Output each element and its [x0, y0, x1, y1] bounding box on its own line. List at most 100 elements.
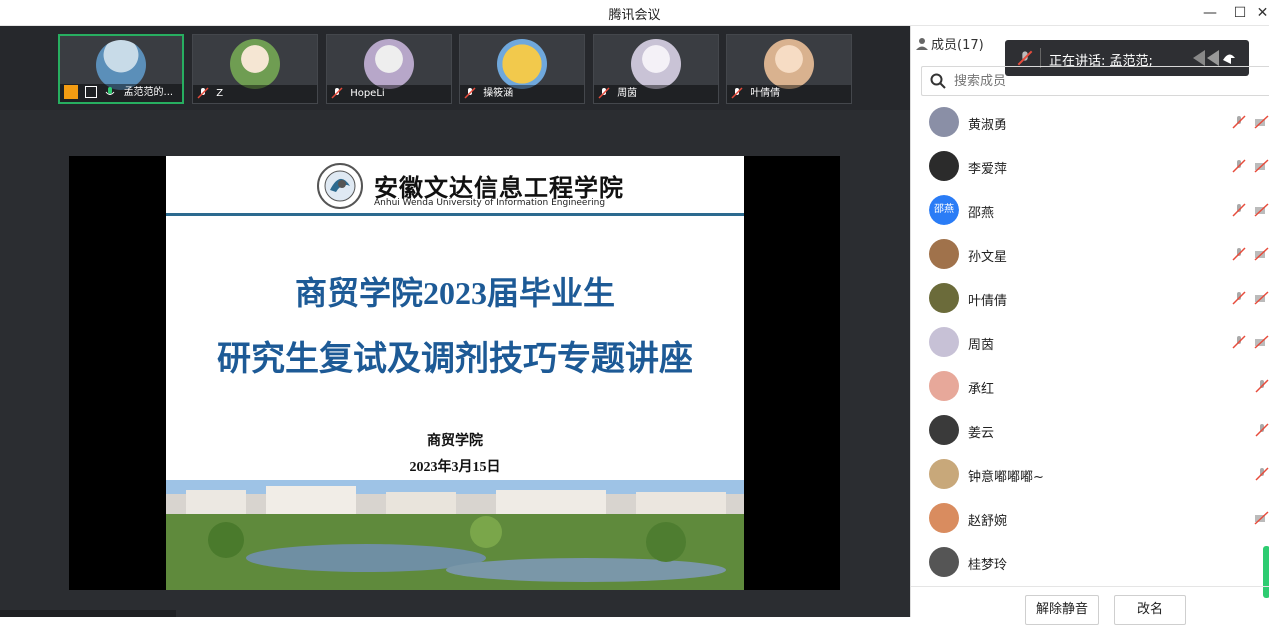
- slide-title-line2: 研究生复试及调剂技巧专题讲座: [217, 340, 693, 378]
- member-search-box[interactable]: [921, 66, 1269, 96]
- member-name: 叶倩倩: [968, 294, 1008, 309]
- member-avatar: 邵燕: [929, 195, 959, 225]
- mic-muted-icon[interactable]: [1231, 114, 1247, 130]
- member-row[interactable]: 李爱萍: [911, 144, 1269, 188]
- camera-off-icon[interactable]: [1254, 290, 1269, 306]
- members-count-label: 成员(17): [931, 38, 984, 53]
- member-avatar: [929, 415, 959, 445]
- shared-screen: 安徽文达信息工程学院 Anhui Wenda University of Inf…: [69, 156, 840, 590]
- camera-off-icon[interactable]: [1254, 202, 1269, 218]
- participant-avatar: [764, 39, 814, 89]
- minimize-button[interactable]: —: [1198, 2, 1222, 24]
- member-name: 赵舒婉: [968, 514, 1008, 529]
- member-row[interactable]: 邵燕 邵燕: [911, 188, 1269, 232]
- host-icon: [64, 85, 78, 99]
- window-title: 腾讯会议: [608, 8, 661, 23]
- rename-button[interactable]: 改名: [1114, 595, 1186, 625]
- tile-namebar: 操筱涵: [460, 85, 584, 103]
- members-panel: 成员(17) 正在讲话: 孟范范; 黄淑勇 李爱萍 邵燕 邵燕: [910, 26, 1269, 625]
- mic-muted-icon: [331, 87, 343, 99]
- camera-off-icon[interactable]: [1254, 114, 1269, 130]
- camera-off-icon[interactable]: [1254, 510, 1269, 526]
- member-name: 桂梦玲: [968, 558, 1008, 573]
- member-name: 邵燕: [968, 206, 995, 221]
- participant-avatar: [631, 39, 681, 89]
- tile-namebar: HopeLi: [327, 85, 451, 103]
- video-tile[interactable]: Z: [192, 34, 318, 104]
- member-row[interactable]: 周茵: [911, 320, 1269, 364]
- member-avatar: [929, 327, 959, 357]
- members-title: 成员(17): [915, 34, 984, 53]
- participant-name: 周茵: [617, 88, 638, 99]
- mic-muted-icon: [464, 87, 476, 99]
- unmute-button[interactable]: 解除静音: [1025, 595, 1099, 625]
- slide-date: 2023年3月15日: [409, 460, 501, 475]
- tile-namebar: 叶倩倩: [727, 85, 851, 103]
- camera-off-icon[interactable]: [1254, 334, 1269, 350]
- member-avatar: [929, 107, 959, 137]
- member-avatar: [929, 547, 959, 577]
- screen-share-icon: [85, 86, 98, 98]
- search-icon: [930, 73, 946, 89]
- close-button[interactable]: ✕: [1256, 2, 1269, 24]
- member-row[interactable]: 承红: [911, 364, 1269, 408]
- slide-header: 安徽文达信息工程学院 Anhui Wenda University of Inf…: [166, 156, 744, 216]
- member-avatar: [929, 239, 959, 269]
- participant-avatar: [497, 39, 547, 89]
- member-name: 黄淑勇: [968, 118, 1008, 133]
- member-row[interactable]: 叶倩倩: [911, 276, 1269, 320]
- member-avatar: [929, 151, 959, 181]
- member-row[interactable]: 孙文星: [911, 232, 1269, 276]
- video-tile[interactable]: HopeLi: [326, 34, 452, 104]
- mic-muted-icon: [598, 87, 610, 99]
- video-tile[interactable]: 操筱涵: [459, 34, 585, 104]
- participant-name: 叶倩倩: [750, 88, 781, 99]
- maximize-button[interactable]: ☐: [1228, 2, 1252, 24]
- person-icon: [916, 38, 928, 50]
- participant-name: HopeLi: [350, 88, 385, 99]
- member-name: 李爱萍: [968, 162, 1008, 177]
- mic-muted-icon[interactable]: [1231, 334, 1247, 350]
- mic-muted-icon[interactable]: [1231, 202, 1247, 218]
- video-tile[interactable]: 周茵: [593, 34, 719, 104]
- member-avatar: [929, 371, 959, 401]
- member-search-input[interactable]: [954, 71, 1254, 91]
- members-panel-footer: 解除静音 改名: [911, 586, 1269, 625]
- participant-avatar: [230, 39, 280, 89]
- member-row[interactable]: 姜云: [911, 408, 1269, 452]
- mic-muted-icon: [1017, 50, 1033, 66]
- participant-name: 操筱涵: [483, 88, 514, 99]
- mic-muted-icon: [731, 87, 743, 99]
- mic-muted-icon[interactable]: [1254, 378, 1269, 394]
- mic-muted-icon[interactable]: [1231, 246, 1247, 262]
- video-tile[interactable]: 叶倩倩: [726, 34, 852, 104]
- mic-muted-icon[interactable]: [1231, 290, 1247, 306]
- member-avatar: [929, 503, 959, 533]
- camera-off-icon[interactable]: [1254, 246, 1269, 262]
- member-row[interactable]: 桂梦玲: [911, 540, 1269, 584]
- university-logo-icon: [317, 163, 363, 209]
- member-row[interactable]: 钟意嘟嘟嘟~: [911, 452, 1269, 496]
- tile-namebar: 周茵: [594, 85, 718, 103]
- video-tile[interactable]: 孟范范的...: [58, 34, 184, 104]
- member-name: 承红: [968, 382, 995, 397]
- camera-off-icon[interactable]: [1254, 158, 1269, 174]
- mic-muted-icon[interactable]: [1254, 422, 1269, 438]
- slide-title-line1: 商贸学院2023届毕业生: [294, 275, 615, 311]
- participant-name: Z: [216, 88, 224, 99]
- mic-muted-icon: [197, 87, 209, 99]
- university-name-en: Anhui Wenda University of Information En…: [374, 198, 606, 208]
- mic-muted-icon[interactable]: [1254, 466, 1269, 482]
- participant-name: 孟范范的...: [123, 87, 174, 98]
- participant-avatar: [96, 40, 146, 90]
- member-avatar: [929, 459, 959, 489]
- member-avatar-text: 邵燕: [929, 195, 959, 225]
- bottom-toolbar-edge[interactable]: [0, 610, 176, 617]
- popup-divider: [1040, 48, 1041, 68]
- member-name: 姜云: [968, 426, 995, 441]
- tile-namebar: 孟范范的...: [60, 84, 182, 102]
- member-row[interactable]: 黄淑勇: [911, 100, 1269, 144]
- meeting-stage: 孟范范的... Z HopeLi 操筱涵 周茵 叶倩倩 安徽文达信息工程学院 A…: [0, 26, 910, 617]
- mic-muted-icon[interactable]: [1231, 158, 1247, 174]
- member-row[interactable]: 赵舒婉: [911, 496, 1269, 540]
